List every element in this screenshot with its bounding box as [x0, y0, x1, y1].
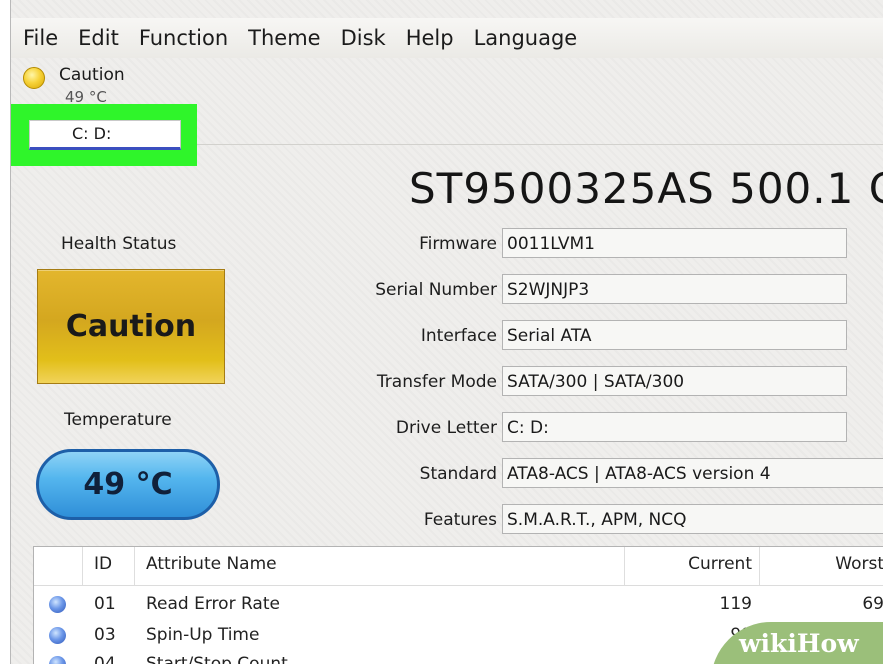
health-status-label: Health Status [61, 234, 177, 254]
serial-number-label: Serial Number [375, 280, 497, 300]
status-dot-icon [49, 627, 66, 644]
attr-id: 03 [94, 625, 116, 645]
column-name-header[interactable]: Attribute Name [146, 554, 277, 574]
features-field[interactable]: S.M.A.R.T., APM, NCQ [502, 504, 883, 534]
interface-label: Interface [420, 326, 497, 346]
attr-name: Spin-Up Time [146, 625, 260, 645]
attr-name: Start/Stop Count [146, 654, 288, 664]
firmware-field[interactable]: 0011LVM1 [502, 228, 847, 258]
standard-label: Standard [419, 464, 497, 484]
menu-help[interactable]: Help [397, 26, 465, 50]
attr-id: 01 [94, 594, 116, 614]
drive-tab-label: C: D: [72, 124, 112, 143]
column-current-header[interactable]: Current [634, 554, 752, 574]
menu-file[interactable]: File [11, 26, 69, 50]
column-id-header[interactable]: ID [94, 554, 112, 574]
features-label: Features [423, 510, 497, 530]
disk-status-indicator[interactable]: Caution 49 °C [11, 60, 161, 102]
table-header: ID Attribute Name Current Worst [34, 547, 883, 586]
menu-edit[interactable]: Edit [69, 26, 130, 50]
firmware-label: Firmware [419, 234, 497, 254]
drive-tab-highlight: C: D: [11, 104, 197, 166]
disk-status-label: Caution [59, 65, 125, 85]
column-separator [82, 547, 83, 585]
menu-function[interactable]: Function [130, 26, 239, 50]
status-dot-icon [49, 596, 66, 613]
serial-number-field[interactable]: S2WJNJP3 [502, 274, 847, 304]
attr-worst: 69 [862, 594, 883, 614]
column-separator [759, 547, 760, 585]
attr-current: 119 [719, 594, 752, 614]
watermark-text: wikiHow [739, 629, 859, 658]
transfer-mode-field[interactable]: SATA/300 | SATA/300 [502, 366, 847, 396]
attr-id: 04 [94, 654, 116, 664]
drive-letter-label: Drive Letter [395, 418, 497, 438]
table-row[interactable]: 01 Read Error Rate 119 69 [34, 592, 883, 618]
menu-bar: File Edit Function Theme Disk Help Langu… [11, 18, 883, 58]
column-separator [624, 547, 625, 585]
menu-theme[interactable]: Theme [239, 26, 331, 50]
menu-disk[interactable]: Disk [332, 26, 397, 50]
temperature-label: Temperature [64, 410, 172, 430]
menu-language[interactable]: Language [465, 26, 589, 50]
drive-letter-field[interactable]: C: D: [502, 412, 847, 442]
temperature-indicator[interactable]: 49 °C [36, 449, 220, 520]
health-status-button[interactable]: Caution [37, 269, 225, 384]
caution-status-icon [23, 67, 45, 89]
status-dot-icon [49, 656, 66, 664]
interface-field[interactable]: Serial ATA [502, 320, 847, 350]
drive-model-title: ST9500325AS 500.1 GB [409, 164, 883, 213]
column-separator [134, 547, 135, 585]
transfer-mode-label: Transfer Mode [376, 372, 497, 392]
column-worst-header[interactable]: Worst [769, 554, 883, 574]
disk-status-temp: 49 °C [65, 90, 107, 102]
attr-name: Read Error Rate [146, 594, 280, 614]
crystaldiskinfo-window: File Edit Function Theme Disk Help Langu… [10, 0, 883, 664]
drive-tab-cd[interactable]: C: D: [29, 120, 181, 150]
standard-field[interactable]: ATA8-ACS | ATA8-ACS version 4 [502, 458, 883, 488]
